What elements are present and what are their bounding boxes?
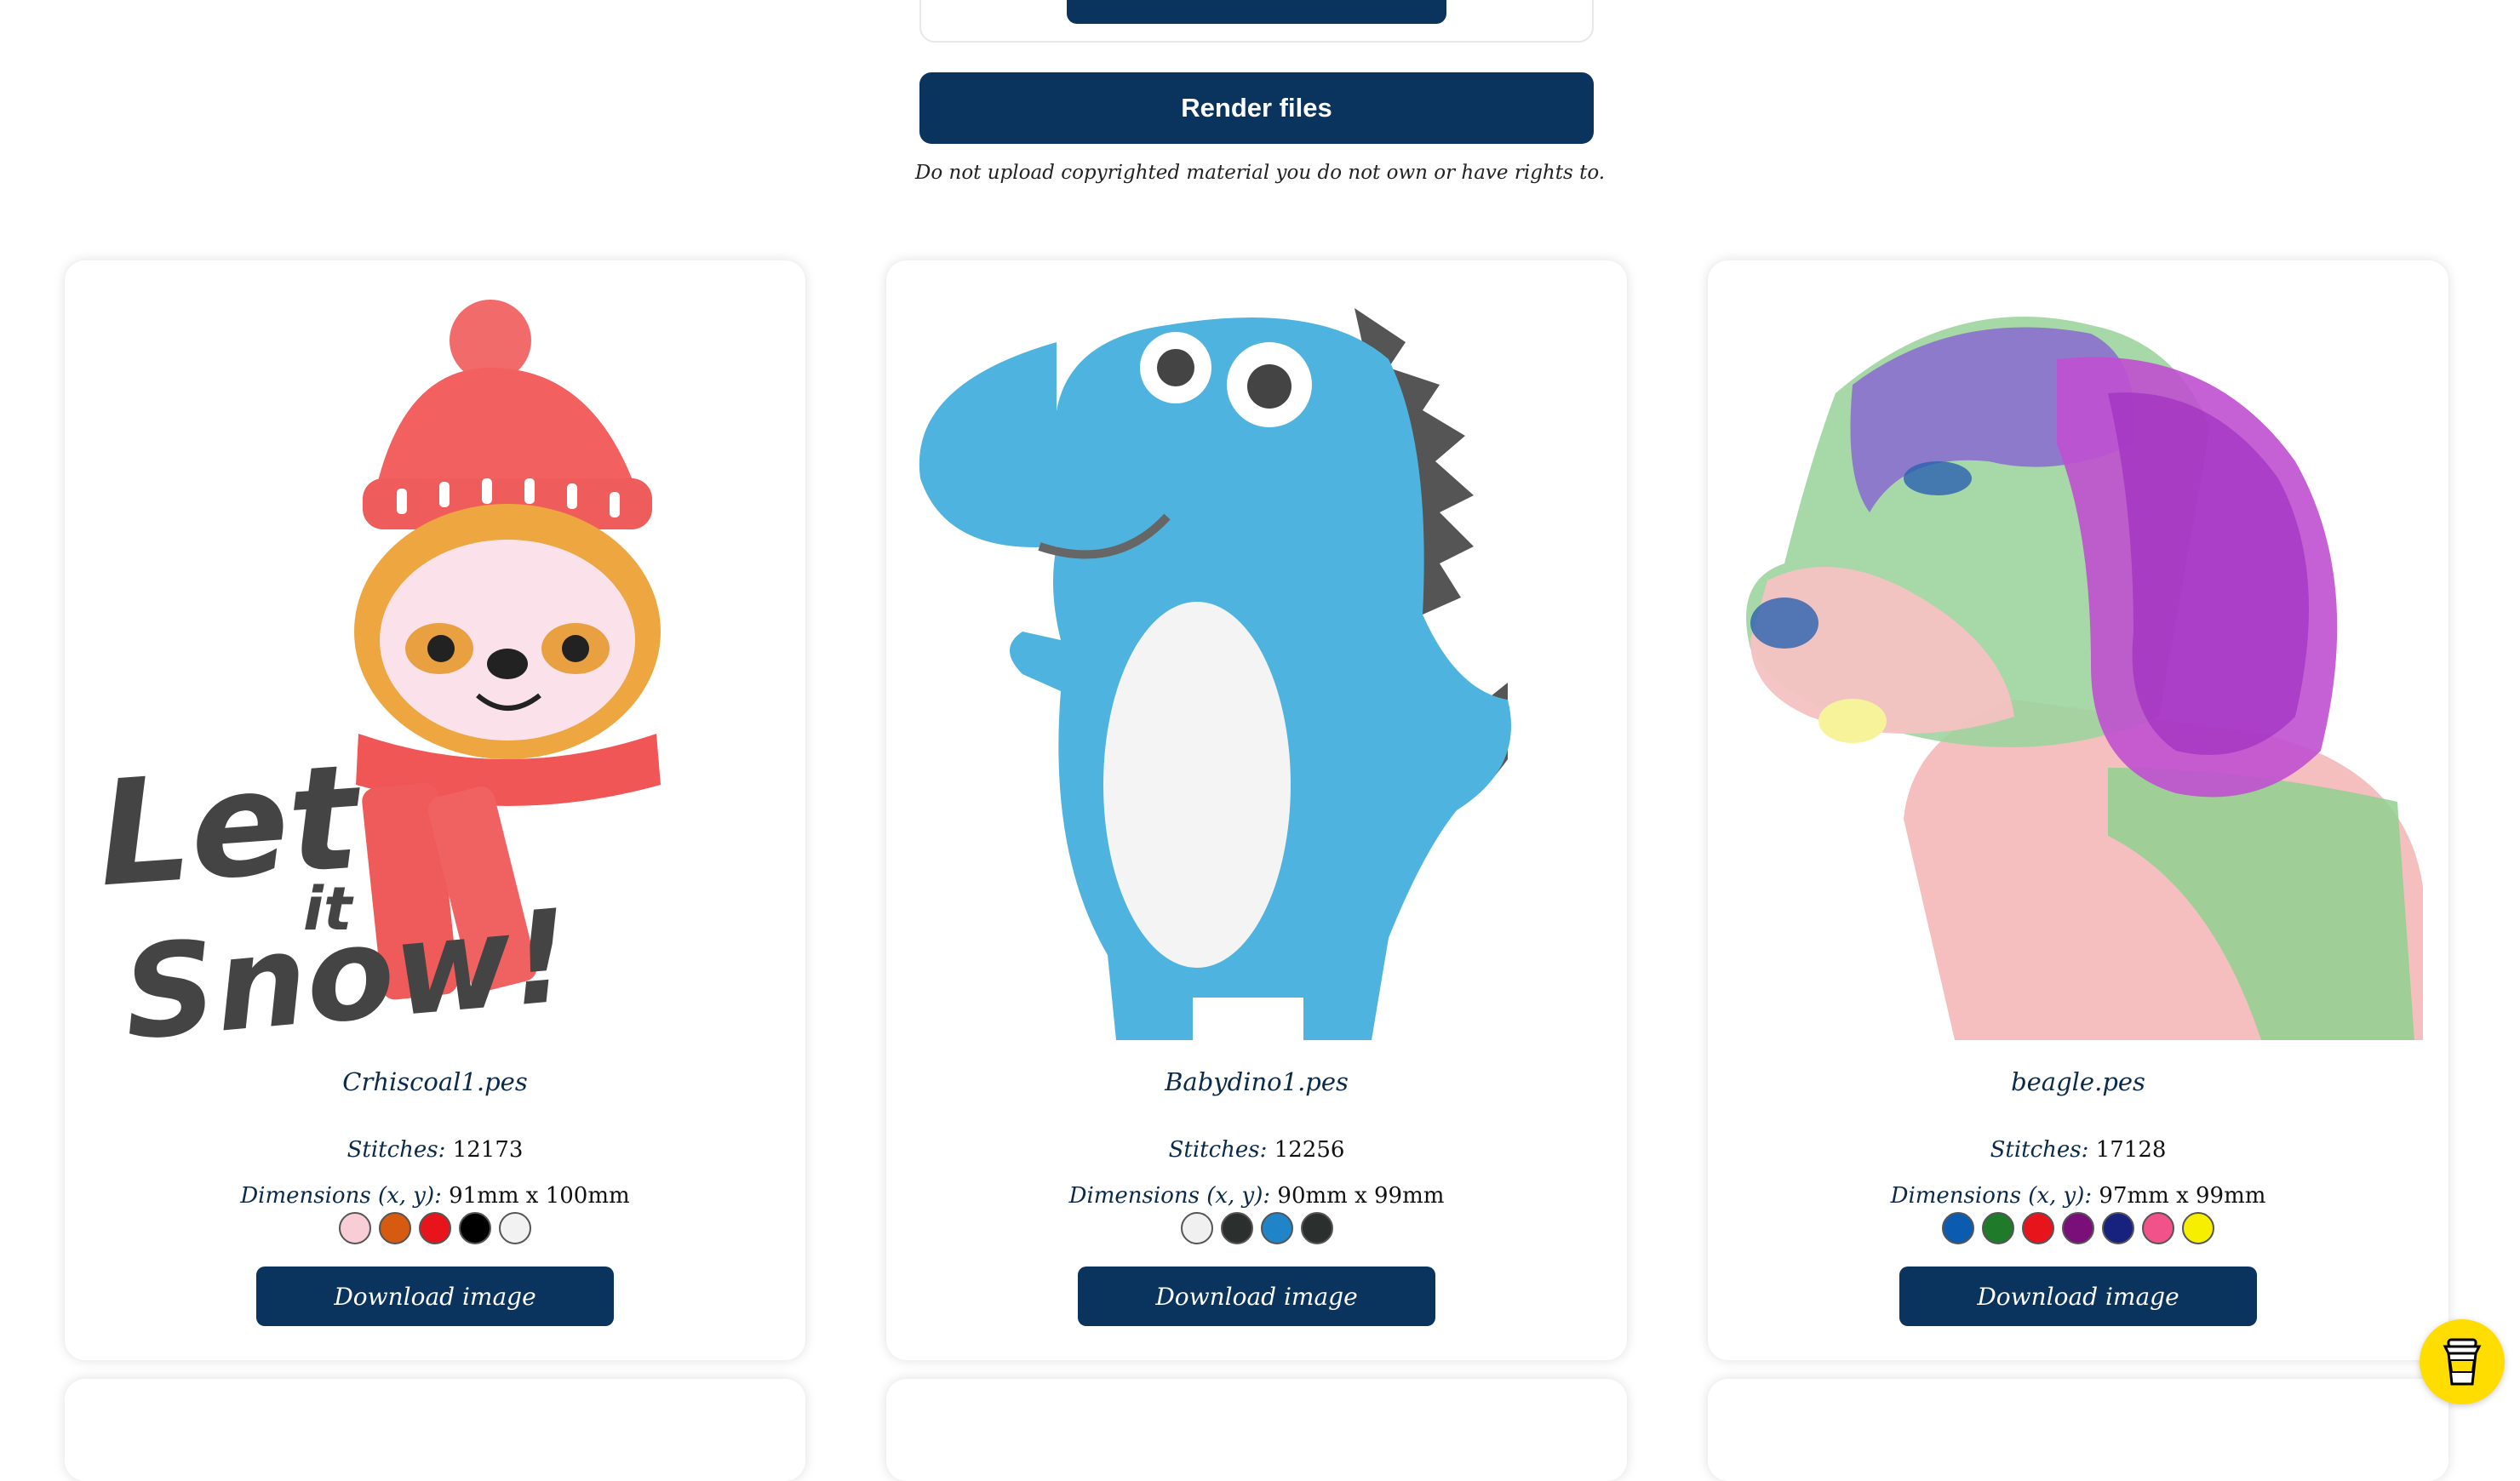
thread-color-swatch	[2022, 1212, 2054, 1244]
thread-color-swatch	[339, 1212, 371, 1244]
browse-button[interactable]	[1067, 0, 1446, 24]
download-image-button[interactable]: Download image	[1899, 1267, 2257, 1326]
render-files-button[interactable]: Render files	[919, 72, 1594, 144]
dimensions: Dimensions (x, y): 91mm x 100mm	[240, 1183, 630, 1209]
design-preview-image	[919, 308, 1511, 1040]
design-card	[1708, 1379, 2448, 1481]
stitch-count: Stitches: 17128	[1990, 1137, 2167, 1163]
thread-color-swatch	[2182, 1212, 2214, 1244]
thread-color-swatch	[1260, 1212, 1293, 1244]
copyright-notice: Do not upload copyrighted material you d…	[914, 162, 1606, 184]
thread-color-swatch	[379, 1212, 411, 1244]
design-preview-image: Let it Snow!	[93, 300, 661, 1040]
dimensions: Dimensions (x, y): 97mm x 99mm	[1890, 1183, 2266, 1209]
coffee-cup-icon-glyph	[2443, 1338, 2482, 1386]
thread-color-swatch	[1220, 1212, 1253, 1244]
thread-color-swatch	[1942, 1212, 1974, 1244]
dimensions: Dimensions (x, y): 90mm x 99mm	[1068, 1183, 1445, 1209]
design-filename: Babydino1.pes	[1165, 1067, 1349, 1096]
stitch-count: Stitches: 12256	[1168, 1137, 1345, 1163]
design-card: beagle.pes Stitches: 17128 Dimensions (x…	[1708, 260, 2448, 1360]
thread-color-swatches	[65, 1212, 805, 1244]
design-filename: Crhiscoal1.pes	[342, 1067, 528, 1096]
design-card: Let it Snow! Crhiscoal1.pes Stitches: 12…	[65, 260, 805, 1360]
thread-color-swatch	[459, 1212, 491, 1244]
thread-color-swatch	[1300, 1212, 1333, 1244]
thread-color-swatch	[499, 1212, 531, 1244]
stitch-count: Stitches: 12173	[346, 1137, 524, 1163]
design-card	[65, 1379, 805, 1481]
download-image-button[interactable]: Download image	[1078, 1267, 1435, 1326]
thread-color-swatch	[2142, 1212, 2174, 1244]
download-image-button[interactable]: Download image	[256, 1267, 614, 1326]
thread-color-swatch	[2102, 1212, 2134, 1244]
design-card	[886, 1379, 1627, 1481]
thread-color-swatches	[1708, 1212, 2448, 1244]
thread-color-swatch	[2062, 1212, 2094, 1244]
thread-color-swatch	[1180, 1212, 1213, 1244]
coffee-cup-icon[interactable]	[2420, 1319, 2505, 1404]
thread-color-swatch	[419, 1212, 451, 1244]
thread-color-swatches	[886, 1212, 1627, 1244]
thread-color-swatch	[1982, 1212, 2014, 1244]
design-filename: beagle.pes	[2011, 1067, 2145, 1096]
design-preview-image	[1746, 317, 2423, 1040]
design-card: Babydino1.pes Stitches: 12256 Dimensions…	[886, 260, 1627, 1360]
